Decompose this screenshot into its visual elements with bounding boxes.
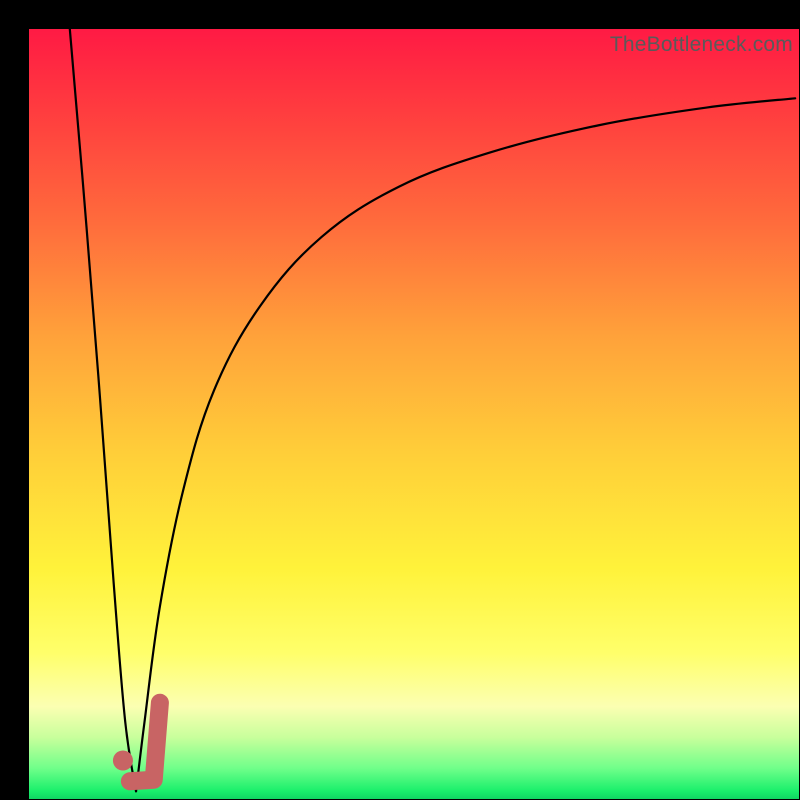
chart-frame: TheBottleneck.com <box>0 0 800 800</box>
chart-svg <box>29 29 799 799</box>
curve-right-branch <box>136 98 795 791</box>
plot-area: TheBottleneck.com <box>29 29 799 799</box>
marker-dot <box>113 751 133 771</box>
curve-left-branch <box>70 29 136 791</box>
